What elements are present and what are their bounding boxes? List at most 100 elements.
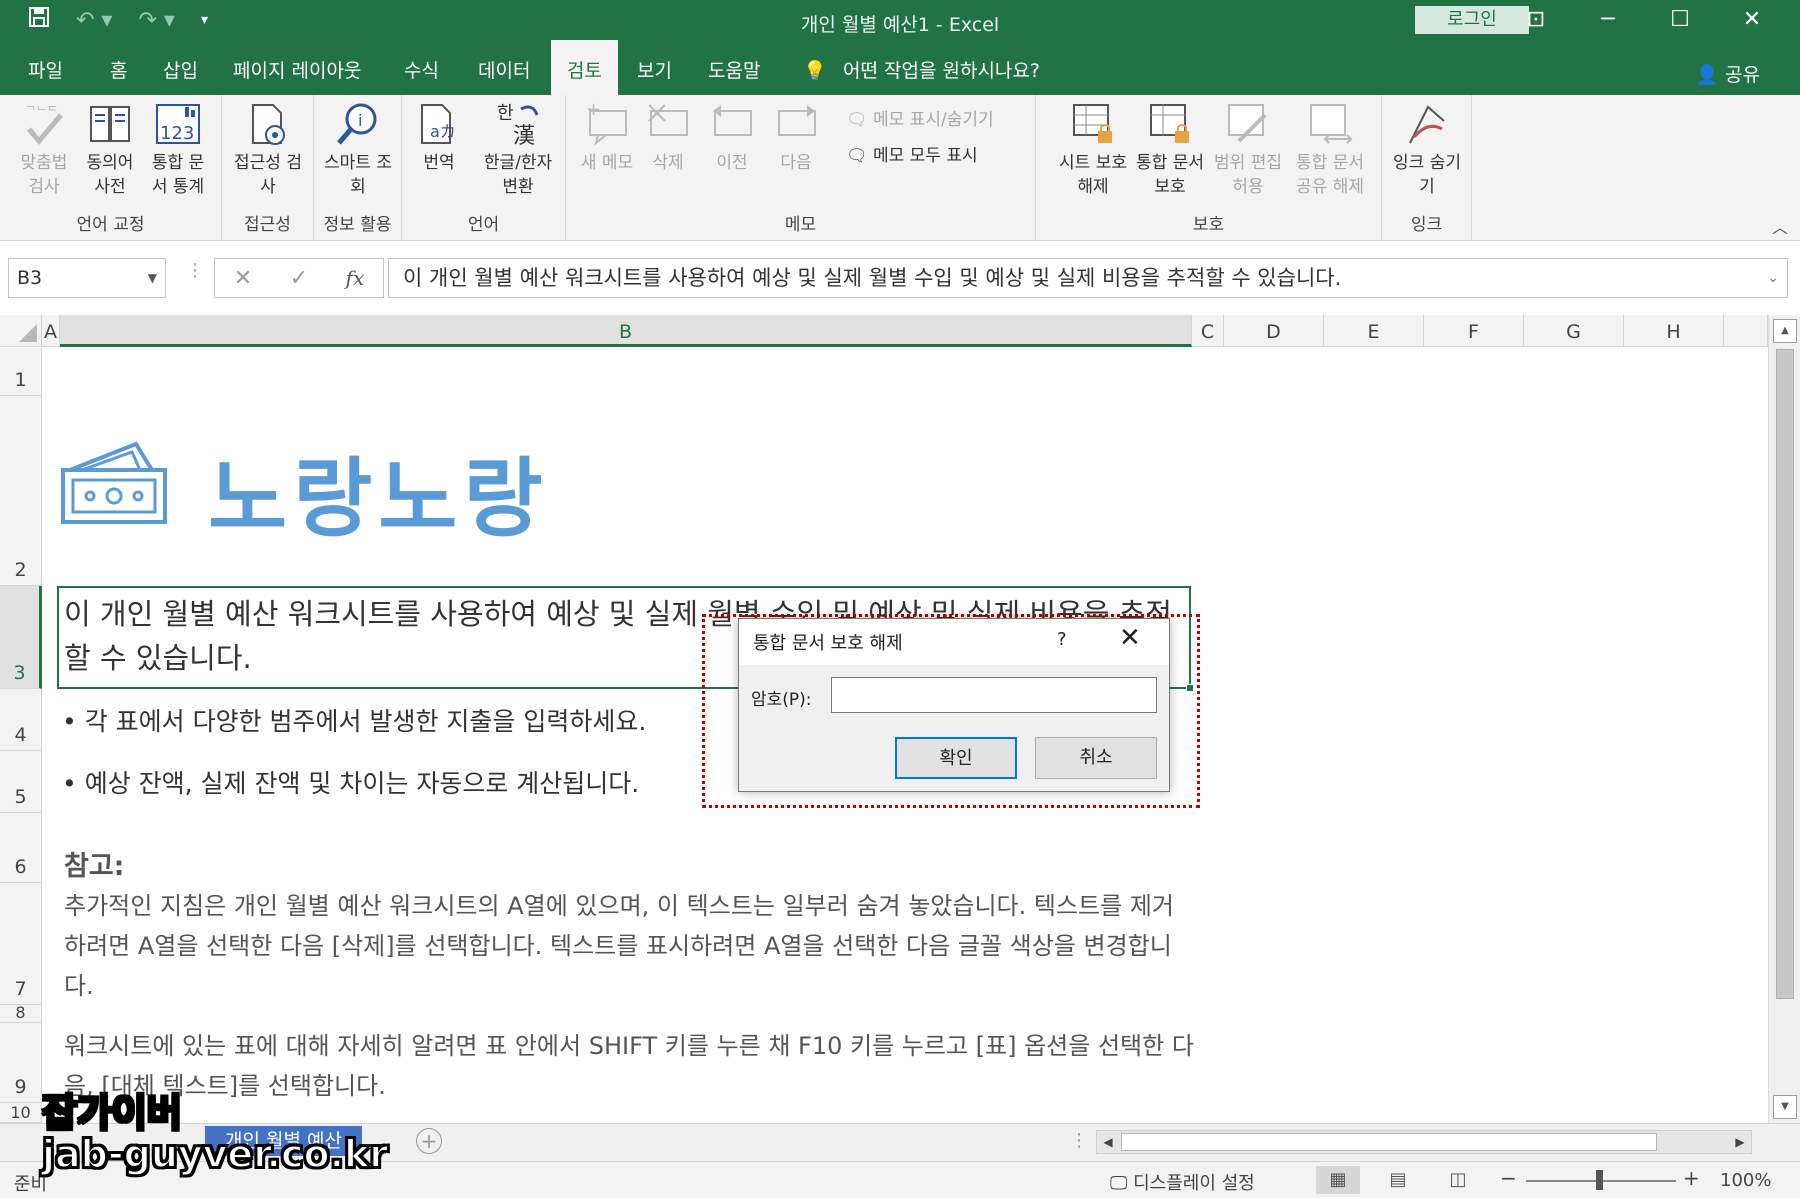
display-icon: 🖵 — [1110, 1173, 1128, 1194]
page-break-view-icon[interactable]: ◫ — [1436, 1166, 1480, 1194]
scroll-right-icon[interactable]: ▶ — [1729, 1131, 1751, 1153]
tab-review[interactable]: 검토 — [551, 40, 618, 95]
spelling-button[interactable]: ᄀᄂᄃ 맞춤법 검사 — [12, 101, 76, 199]
new-comment-button[interactable]: + 새 메모 — [578, 101, 636, 175]
column-header-a[interactable]: A — [42, 315, 60, 347]
lightbulb-icon: 💡 — [803, 60, 827, 82]
help-icon[interactable]: ? — [1057, 629, 1067, 650]
name-box[interactable]: B3 ▼ — [8, 258, 166, 298]
svg-text:+: + — [586, 101, 601, 120]
scroll-left-icon[interactable]: ◀ — [1097, 1131, 1119, 1153]
brand-title: 노랑노랑 — [208, 449, 549, 549]
protect-workbook-button[interactable]: 통합 문서 보호 — [1132, 101, 1208, 199]
column-header-g[interactable]: G — [1524, 315, 1624, 347]
close-icon[interactable]: ✕ — [1716, 4, 1788, 36]
edit-ranges-icon — [1228, 104, 1267, 143]
cell-b6-heading: 참고: — [64, 851, 125, 882]
select-all-corner[interactable] — [0, 315, 42, 347]
row-header-5[interactable]: 5 — [0, 751, 42, 813]
translate-icon: aカ — [421, 104, 456, 144]
tab-help[interactable]: 도움말 — [708, 40, 760, 95]
group-accessibility: 접근성 검사 접근성 — [222, 95, 314, 241]
zoom-level[interactable]: 100% — [1720, 1170, 1771, 1191]
column-header-b[interactable]: B — [60, 315, 1192, 347]
unprotect-workbook-dialog: 통합 문서 보호 해제 ? ✕ 암호(P): 확인 취소 — [738, 618, 1170, 792]
column-header-h[interactable]: H — [1624, 315, 1724, 347]
vertical-scroll-thumb[interactable] — [1776, 349, 1794, 999]
hide-ink-button[interactable]: 잉크 숨기기 — [1392, 101, 1462, 199]
horizontal-scrollbar[interactable]: ◀ ▶ — [1096, 1130, 1752, 1154]
allow-edit-ranges-button[interactable]: 범위 편집 허용 — [1212, 101, 1284, 199]
insert-function-icon[interactable]: fx — [346, 266, 365, 290]
unshare-workbook-button[interactable]: 통합 문서 공유 해제 — [1290, 101, 1370, 199]
row-header-6[interactable]: 6 — [0, 813, 42, 883]
page-layout-view-icon[interactable]: ▤ — [1376, 1166, 1420, 1194]
column-header-f[interactable]: F — [1424, 315, 1524, 347]
column-header-e[interactable]: E — [1324, 315, 1424, 347]
tab-insert[interactable]: 삽입 — [163, 40, 198, 95]
tab-view[interactable]: 보기 — [637, 40, 672, 95]
expand-formula-icon[interactable]: ⌄ — [1767, 259, 1779, 297]
enter-icon[interactable]: ✓ — [290, 266, 308, 291]
zoom-in-icon[interactable]: + — [1683, 1166, 1700, 1190]
tab-home[interactable]: 홈 — [110, 40, 127, 95]
column-header-c[interactable]: C — [1192, 315, 1224, 347]
share-button[interactable]: 👤 공유 — [1695, 60, 1760, 87]
splitter-icon[interactable]: ⋮ — [186, 260, 204, 281]
collapse-ribbon-icon[interactable]: ︿ — [1772, 214, 1788, 238]
ok-button[interactable]: 확인 — [895, 737, 1017, 779]
cancel-icon[interactable]: ✕ — [234, 266, 252, 291]
row-header-10[interactable]: 10 — [0, 1103, 42, 1123]
row-header-7[interactable]: 7 — [0, 883, 42, 1005]
show-hide-comment-button[interactable]: 🗨 메모 표시/숨기기 — [846, 105, 994, 130]
group-label-insights: 정보 활용 — [323, 215, 392, 235]
scroll-down-icon[interactable]: ▼ — [1773, 1095, 1797, 1119]
check-accessibility-button[interactable]: 접근성 검사 — [232, 101, 304, 199]
horizontal-scroll-thumb[interactable] — [1121, 1133, 1657, 1151]
show-all-comments-button[interactable]: 🗨 메모 모두 표시 — [846, 141, 978, 166]
zoom-slider-knob[interactable] — [1596, 1170, 1603, 1190]
row-header-1[interactable]: 1 — [0, 348, 42, 396]
delete-comment-button[interactable]: 삭제 — [642, 101, 694, 175]
add-sheet-icon[interactable]: + — [416, 1128, 442, 1154]
tab-page-layout[interactable]: 페이지 레이아웃 — [233, 40, 361, 95]
password-field[interactable] — [831, 677, 1157, 713]
row-header-8[interactable]: 8 — [0, 1003, 42, 1023]
smart-lookup-button[interactable]: i 스마트 조회 — [324, 101, 392, 199]
row-header-9[interactable]: 9 — [0, 1023, 42, 1103]
accessibility-icon — [252, 104, 285, 145]
tab-splitter-icon[interactable]: ⋮ — [1070, 1130, 1088, 1151]
column-header-d[interactable]: D — [1224, 315, 1324, 347]
group-label-protect: 보호 — [1192, 215, 1225, 235]
row-header-4[interactable]: 4 — [0, 689, 42, 751]
vertical-scrollbar[interactable]: ▲ ▼ — [1768, 315, 1800, 1123]
tab-file[interactable]: 파일 — [28, 40, 63, 95]
group-proofing: ᄀᄂᄃ 맞춤법 검사 동의어 사전 123 통합 문서 통계 언어 교정 — [0, 95, 222, 241]
maximize-icon[interactable]: ☐ — [1644, 4, 1716, 36]
previous-comment-button[interactable]: 이전 — [706, 101, 758, 175]
thesaurus-button[interactable]: 동의어 사전 — [80, 101, 140, 199]
hangul-hanja-button[interactable]: 한漢 한글/한자 변환 — [482, 101, 554, 199]
tab-data[interactable]: 데이터 — [478, 40, 530, 95]
translate-button[interactable]: aカ 번역 — [414, 101, 464, 175]
tell-me-search[interactable]: 어떤 작업을 원하시나요? — [843, 40, 1040, 95]
scroll-up-icon[interactable]: ▲ — [1773, 319, 1797, 343]
ribbon-display-icon[interactable]: ⊡ — [1500, 4, 1572, 36]
chevron-down-icon: ▼ — [147, 271, 157, 285]
svg-text:漢: 漢 — [513, 124, 535, 147]
tab-formulas[interactable]: 수식 — [404, 40, 439, 95]
cell-b7-text: 추가적인 지침은 개인 월별 예산 워크시트의 A열에 있으며, 이 텍스트는 … — [64, 892, 1174, 1000]
ribbon-tabs: 파일 홈 삽입 페이지 레이아웃 수식 데이터 검토 보기 도움말 💡 어떤 작… — [0, 40, 1800, 95]
workbook-stats-button[interactable]: 123 통합 문서 통계 — [146, 101, 210, 199]
unprotect-sheet-button[interactable]: 시트 보호 해제 — [1058, 101, 1128, 199]
zoom-out-icon[interactable]: − — [1500, 1166, 1517, 1190]
row-header-3[interactable]: 3 — [0, 586, 42, 689]
display-settings-button[interactable]: 🖵 디스플레이 설정 — [1110, 1169, 1255, 1195]
next-comment-button[interactable]: 다음 — [770, 101, 822, 175]
dialog-close-icon[interactable]: ✕ — [1119, 623, 1141, 653]
cancel-button[interactable]: 취소 — [1035, 737, 1157, 779]
minimize-icon[interactable]: ─ — [1572, 4, 1644, 36]
normal-view-icon[interactable]: ▦ — [1316, 1166, 1360, 1194]
formula-input[interactable]: 이 개인 월별 예산 워크시트를 사용하여 예상 및 실제 월별 수입 및 예상… — [388, 258, 1788, 298]
row-header-2[interactable]: 2 — [0, 396, 42, 586]
